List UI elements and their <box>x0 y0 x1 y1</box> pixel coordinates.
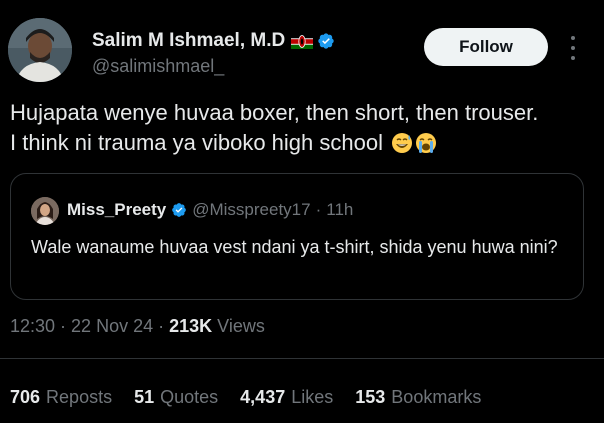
stat-label: Likes <box>291 387 334 407</box>
engagement-stats: 706 Reposts 51 Quotes 4,437 Likes 153 Bo… <box>10 387 503 408</box>
views-count: 213K <box>169 316 213 336</box>
quoted-separator: · <box>315 200 322 219</box>
views-label: Views <box>217 316 265 336</box>
tweet-text-line-2-text: I think ni trauma ya viboko high school <box>10 130 383 155</box>
grinning-sweat-emoji <box>391 132 413 154</box>
meta-separator: · <box>60 316 67 336</box>
more-dot <box>571 56 575 60</box>
stat-label: Quotes <box>160 387 219 407</box>
loudly-crying-emoji <box>415 132 437 154</box>
stat-count: 4,437 <box>240 387 286 407</box>
verified-badge-icon <box>317 32 335 50</box>
stat-label: Bookmarks <box>391 387 482 407</box>
tweet-date[interactable]: 22 Nov 24 <box>71 316 153 337</box>
meta-separator: · <box>158 316 165 336</box>
stat-likes[interactable]: 4,437 Likes <box>240 387 333 408</box>
tweet-text-line-1: Hujapata wenye huvaa boxer, then short, … <box>10 100 539 125</box>
verified-badge-icon <box>171 202 187 218</box>
author-avatar[interactable] <box>8 18 72 82</box>
author-name[interactable]: Salim M Ishmael, M.D <box>92 30 285 52</box>
tweet-card: Salim M Ishmael, M.D @salimishmael_ Foll… <box>0 0 604 423</box>
stat-label: Reposts <box>46 387 113 407</box>
tweet-text: Hujapata wenye huvaa boxer, then short, … <box>10 98 600 158</box>
stat-bookmarks[interactable]: 153 Bookmarks <box>355 387 481 408</box>
quoted-tweet[interactable]: Miss_Preety @Misspreety17 · 11h Wale wan… <box>10 173 584 300</box>
more-dot <box>571 36 575 40</box>
more-dot <box>571 46 575 50</box>
quoted-text: Wale wanaume huvaa vest ndani ya t-shirt… <box>31 237 558 257</box>
stat-count: 51 <box>134 387 155 407</box>
stat-count: 706 <box>10 387 41 407</box>
follow-button[interactable]: Follow <box>424 28 548 66</box>
author-name-row: Salim M Ishmael, M.D <box>92 30 335 52</box>
kenya-flag-icon <box>291 33 314 49</box>
quoted-timestamp[interactable]: 11h <box>326 200 353 220</box>
tweet-meta: 12:30 · 22 Nov 24 · 213K Views <box>10 316 265 337</box>
tweet-text-line-2: I think ni trauma ya viboko high school <box>10 128 600 158</box>
more-vertical-icon[interactable] <box>566 34 580 62</box>
stat-count: 153 <box>355 387 386 407</box>
quoted-author-handle[interactable]: @Misspreety17 <box>192 200 310 220</box>
tweet-time[interactable]: 12:30 <box>10 316 55 337</box>
stat-quotes[interactable]: 51 Quotes <box>134 387 218 408</box>
quoted-author-avatar[interactable] <box>31 197 59 225</box>
stat-reposts[interactable]: 706 Reposts <box>10 387 112 408</box>
author-handle[interactable]: @salimishmael_ <box>92 56 224 77</box>
quoted-header: Miss_Preety @Misspreety17 · 11h <box>67 200 353 220</box>
divider <box>0 358 604 359</box>
quoted-author-name[interactable]: Miss_Preety <box>67 200 166 220</box>
